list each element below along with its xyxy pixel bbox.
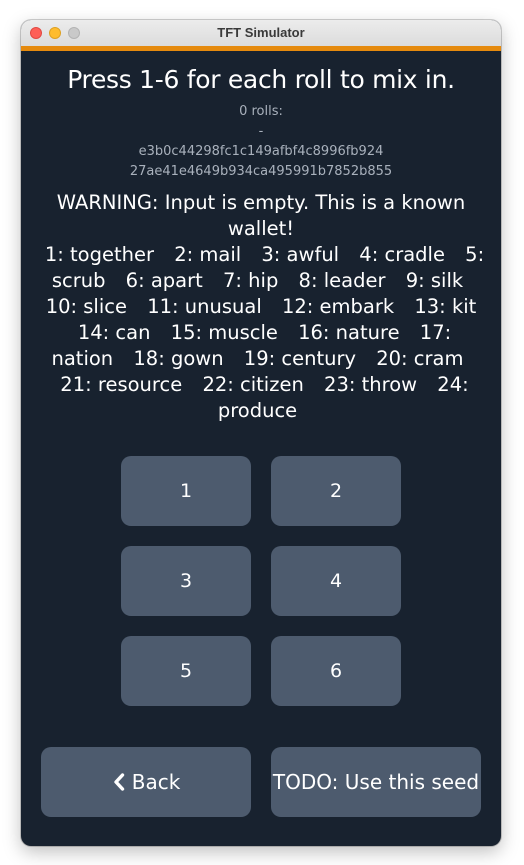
seed-word: 18: gown [133,347,224,370]
seed-word: 13: kit [414,295,477,318]
seed-word-list: 1: together 2: mail 3: awful 4: cradle 5… [35,242,487,424]
seed-word: 11: unusual [147,295,262,318]
seed-word: 8: leader [298,269,386,292]
seed-word: 7: hip [223,269,279,292]
window-title: TFT Simulator [217,25,305,40]
seed-word: 15: muscle [170,321,278,344]
roll-2-label: 2 [329,480,343,502]
roll-6-button[interactable]: 6 [271,636,401,706]
seed-word: 14: can [77,321,151,344]
roll-3-label: 3 [179,570,193,592]
roll-4-label: 4 [329,570,343,592]
use-seed-button[interactable]: TODO: Use this seed [271,747,481,817]
rolls-count: 0 rolls: [239,104,283,119]
seed-word: 22: citizen [202,373,304,396]
main-content: Press 1-6 for each roll to mix in. 0 rol… [21,51,501,846]
title-bar: TFT Simulator [21,20,501,47]
roll-3-button[interactable]: 3 [121,546,251,616]
roll-2-button[interactable]: 2 [271,456,401,526]
hash-line-2: 27ae41e4649b934ca495991b7852b855 [129,164,393,179]
seed-word: 19: century [243,347,357,370]
seed-word: 12: embark [281,295,395,318]
seed-word: 16: nature [298,321,400,344]
back-button-label: Back [131,770,181,794]
page-heading: Press 1-6 for each roll to mix in. [67,65,455,94]
roll-1-button[interactable]: 1 [121,456,251,526]
roll-6-label: 6 [329,660,343,682]
seed-word: 2: mail [174,243,242,266]
roll-5-button[interactable]: 5 [121,636,251,706]
seed-word: 3: awful [261,243,340,266]
empty-input-warning: WARNING: Input is empty. This is a known… [56,191,466,240]
seed-word: 4: cradle [359,243,445,266]
rolls-value: - [258,124,264,139]
roll-5-label: 5 [179,660,193,682]
back-button[interactable]: Back [41,747,251,817]
seed-word: 21: resource [60,373,183,396]
chevron-left-icon [114,773,124,791]
roll-4-button[interactable]: 4 [271,546,401,616]
roll-1-label: 1 [179,480,193,502]
seed-word: 6: apart [125,269,203,292]
use-seed-button-label: TODO: Use this seed [272,770,480,794]
seed-word: 10: slice [45,295,127,318]
app-window: TFT Simulator Press 1-6 for each roll to… [21,20,501,846]
seed-word: 1: together [44,243,154,266]
hash-line-1: e3b0c44298fc1c149afbf4c8996fb924 [138,144,384,159]
seed-word: 20: cram [376,347,464,370]
seed-word: 9: silk [405,269,464,292]
seed-word: 23: throw [324,373,418,396]
